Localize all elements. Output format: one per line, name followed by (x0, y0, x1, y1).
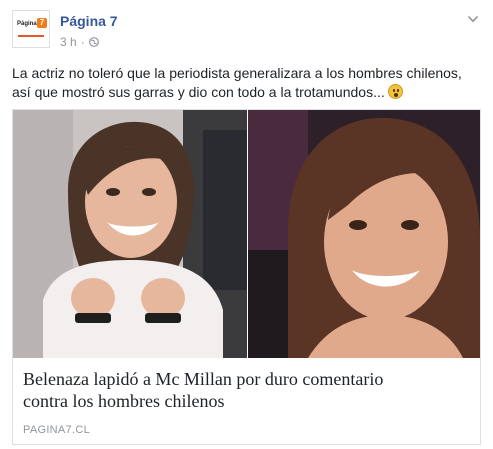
caption-line-1: La actriz no toleró que la periodista ge… (12, 65, 462, 81)
page-avatar[interactable]: Página 7 (12, 10, 50, 48)
link-preview-image[interactable] (13, 110, 480, 358)
link-domain: PAGINA7.CL (23, 424, 90, 436)
avatar-logo-text: Página (17, 21, 37, 27)
chevron-down-icon[interactable] (467, 14, 479, 24)
link-preview-text[interactable]: Belenaza lapidó a Mc Millan por duro com… (13, 358, 480, 444)
photo-right (248, 110, 480, 358)
post-timestamp[interactable]: 3 h (60, 35, 77, 49)
meta-separator: · (80, 35, 85, 49)
feed-post: Página 7 Página 7 3 h · La actriz no tol… (0, 0, 493, 449)
link-headline-line-1: Belenaza lapidó a Mc Millan por duro com… (23, 369, 384, 389)
caption-line-2-text: así que mostró sus garras y dio con todo… (12, 84, 385, 100)
caption-line-2: así que mostró sus garras y dio con todo… (12, 83, 486, 102)
link-headline[interactable]: Belenaza lapidó a Mc Millan por duro com… (23, 368, 463, 412)
link-headline-line-2: contra los hombres chilenos (23, 391, 225, 411)
avatar-logo-underline (18, 35, 44, 37)
avatar-logo-badge: 7 (37, 18, 47, 28)
link-preview-card[interactable]: Belenaza lapidó a Mc Millan por duro com… (12, 109, 481, 445)
surprised-face-emoji-icon (387, 84, 403, 99)
globe-icon (88, 37, 99, 47)
post-caption: La actriz no toleró que la periodista ge… (12, 64, 486, 102)
post-meta: 3 h · (60, 35, 99, 49)
photo-left (13, 110, 247, 358)
page-name-link[interactable]: Página 7 (60, 13, 118, 29)
